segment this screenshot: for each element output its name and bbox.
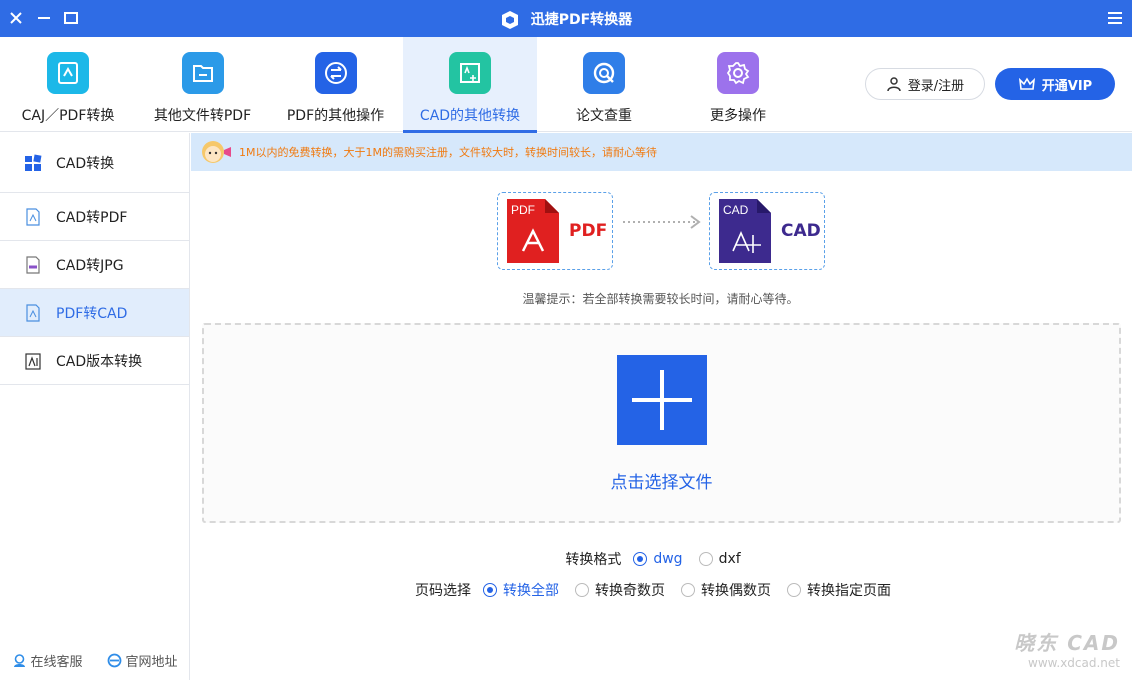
pdf-file-icon xyxy=(24,207,42,226)
dotted-arrow-icon xyxy=(623,215,701,229)
notice-bar: 1M以内的免费转换，大于1M的需购买注册，文件较大时，转换时间较长，请耐心等待 xyxy=(191,133,1132,171)
page-radio-specific[interactable]: 转换指定页面 xyxy=(787,580,891,600)
tab-caj-pdf-label: CAJ／PDF转换 xyxy=(21,108,115,124)
jpg-file-icon xyxy=(24,255,42,274)
page-radio-even[interactable]: 转换偶数页 xyxy=(681,580,771,600)
radio-dot xyxy=(483,583,497,597)
sidebar-item-cad-convert[interactable]: CAD转换 xyxy=(0,133,189,193)
login-register-button[interactable]: 登录/注册 xyxy=(865,68,985,100)
sidebar-item-label: CAD转JPG xyxy=(56,257,124,274)
cad-version-icon xyxy=(24,352,42,370)
tab-more-ops[interactable]: 更多操作 xyxy=(671,37,805,132)
paper-check-icon xyxy=(583,52,625,94)
browser-e-icon xyxy=(108,653,122,668)
notice-text: 1M以内的免费转换，大于1M的需购买注册，文件较大时，转换时间较长，请耐心等待 xyxy=(239,146,657,159)
page-specific-label: 转换指定页面 xyxy=(807,583,891,599)
radio-dot xyxy=(787,583,801,597)
sidebar-footer: 在线客服 官网地址 xyxy=(0,651,190,670)
tab-more-ops-label: 更多操作 xyxy=(710,108,766,124)
format-options-row: 转换格式 dwg dxf xyxy=(190,549,1132,569)
sidebar-item-label: CAD版本转换 xyxy=(56,353,143,370)
sidebar-item-cad-to-pdf[interactable]: CAD转PDF xyxy=(0,193,189,241)
headset-icon xyxy=(14,654,26,667)
gear-icon xyxy=(717,52,759,94)
grid-icon xyxy=(24,154,42,172)
select-file-label[interactable]: 点击选择文件 xyxy=(204,468,1119,493)
page-even-label: 转换偶数页 xyxy=(701,583,771,599)
mascot-icon xyxy=(202,141,231,163)
caj-pdf-convert-icon xyxy=(47,52,89,94)
radio-dot xyxy=(633,552,648,566)
tab-cad-other-convert[interactable]: CAD的其他转换 xyxy=(403,37,537,133)
source-format-label: PDF xyxy=(569,221,608,241)
page-all-label: 转换全部 xyxy=(503,583,559,599)
official-site-label: 官网地址 xyxy=(125,655,178,670)
online-service-link[interactable]: 在线客服 xyxy=(12,651,83,670)
add-file-icon[interactable] xyxy=(617,355,707,445)
folder-icon xyxy=(181,52,224,94)
vip-button[interactable]: 开通VIP xyxy=(995,68,1115,100)
tab-pdf-other-ops-label: PDF的其他操作 xyxy=(286,108,385,124)
tab-pdf-other-ops[interactable]: PDF的其他操作 xyxy=(269,37,402,132)
watermark: 晓东 CAD www.xdcad.net xyxy=(1014,627,1120,670)
format-radio-dwg[interactable]: dwg xyxy=(633,551,683,567)
main-toolbar: CAJ／PDF转换 其他文件转PDF PDF的其他操作 CAD的其他转换 论文查… xyxy=(0,37,1132,133)
radio-dot xyxy=(575,583,589,597)
target-format-label: CAD xyxy=(781,221,821,241)
sidebar-item-cad-version[interactable]: CAD版本转换 xyxy=(0,337,189,385)
online-service-label: 在线客服 xyxy=(30,655,83,670)
pdf-badge-text: PDF xyxy=(511,203,535,217)
page-radio-all[interactable]: 转换全部 xyxy=(483,580,559,600)
radio-dot xyxy=(681,583,695,597)
target-format-card: CAD CAD xyxy=(709,192,825,270)
login-register-label: 登录/注册 xyxy=(907,78,965,94)
warm-tip: 温馨提示：若全部转换需要较长时间，请耐心等待。 xyxy=(522,292,799,306)
tab-other-to-pdf[interactable]: 其他文件转PDF xyxy=(136,37,269,132)
menu-icon[interactable] xyxy=(1106,9,1124,27)
tab-paper-check-label: 论文查重 xyxy=(576,108,632,124)
sidebar: CAD转换 CAD转PDF CAD转JPG PDF转CAD CAD版本转换 在线… xyxy=(0,133,190,680)
file-drop-zone[interactable]: 点击选择文件 xyxy=(202,323,1121,523)
page-odd-label: 转换奇数页 xyxy=(595,583,665,599)
sidebar-item-label: CAD转PDF xyxy=(56,209,128,226)
format-dxf-label: dxf xyxy=(718,551,741,567)
page-options-row: 页码选择 转换全部 转换奇数页 转换偶数页 转换指定页面 xyxy=(190,580,1132,600)
tab-paper-check[interactable]: 论文查重 xyxy=(537,37,671,132)
watermark-url: www.xdcad.net xyxy=(1028,656,1120,670)
app-title-wrap: 迅捷PDF转换器 xyxy=(0,9,1132,30)
swap-icon xyxy=(314,52,357,94)
page-radio-odd[interactable]: 转换奇数页 xyxy=(575,580,665,600)
title-bar: 迅捷PDF转换器 xyxy=(0,0,1132,37)
watermark-title: 晓东 CAD xyxy=(1014,631,1120,655)
page-select-label: 页码选择 xyxy=(415,583,471,599)
sidebar-item-label: CAD转换 xyxy=(56,155,115,172)
pdf-file-icon: PDF xyxy=(507,199,559,263)
user-icon xyxy=(887,77,901,92)
format-label: 转换格式 xyxy=(565,552,622,568)
cad-badge-text: CAD xyxy=(723,203,749,217)
app-logo-icon xyxy=(501,11,518,29)
vip-label: 开通VIP xyxy=(1041,78,1093,94)
cad-convert-icon xyxy=(449,52,491,94)
format-radio-dxf[interactable]: dxf xyxy=(698,551,741,567)
tab-caj-pdf[interactable]: CAJ／PDF转换 xyxy=(0,37,136,132)
source-format-card: PDF PDF xyxy=(497,192,613,270)
official-site-link[interactable]: 官网地址 xyxy=(107,651,178,670)
crown-icon xyxy=(1018,77,1035,90)
tab-other-to-pdf-label: 其他文件转PDF xyxy=(153,108,252,124)
tab-cad-other-convert-label: CAD的其他转换 xyxy=(419,108,521,124)
format-dwg-label: dwg xyxy=(653,551,683,567)
app-title: 迅捷PDF转换器 xyxy=(530,12,633,28)
radio-dot xyxy=(698,552,713,566)
sidebar-item-cad-to-jpg[interactable]: CAD转JPG xyxy=(0,241,189,289)
cad-file-icon: CAD xyxy=(719,199,771,263)
